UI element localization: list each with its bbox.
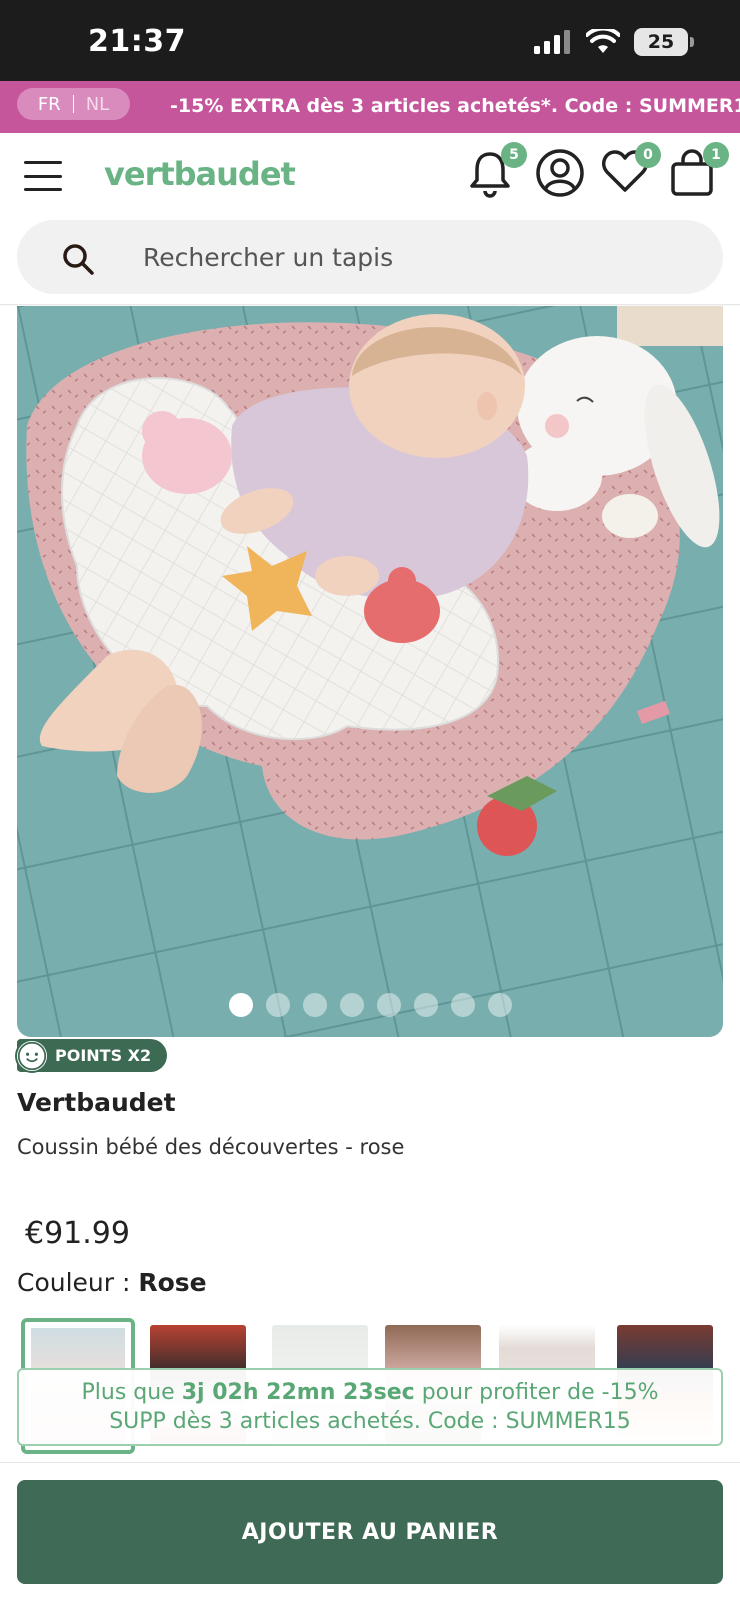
status-icons: 25 [534,28,694,56]
cellular-signal-icon [534,30,570,54]
color-selector-label: Couleur : Rose [17,1268,207,1297]
lang-nl[interactable]: NL [86,94,110,115]
countdown-line-2: SUPP dès 3 articles achetés. Code : SUMM… [109,1409,631,1434]
carousel-dot-2[interactable] [265,993,290,1017]
countdown-suffix: pour profiter de -15% [414,1380,659,1405]
promo-banner: FR NL -15% EXTRA dès 3 articles achetés*… [0,81,740,133]
search-input[interactable] [143,237,683,277]
notifications-button[interactable]: 5 [467,142,527,198]
product-photo [17,306,723,1037]
site-logo[interactable]: vertbaudet [104,155,296,193]
carousel-dot-6[interactable] [413,993,438,1017]
battery-icon: 25 [634,28,694,56]
carousel-dot-7[interactable] [450,993,475,1017]
promo-countdown[interactable]: Plus que 3j 02h 22mn 23sec pour profiter… [17,1368,723,1446]
product-price: €91.99 [25,1216,130,1251]
countdown-line-1: Plus que 3j 02h 22mn 23sec pour profiter… [19,1378,721,1407]
cart-button[interactable]: 1 [669,142,729,198]
promo-text[interactable]: -15% EXTRA dès 3 articles achetés*. Code… [170,95,740,117]
user-icon [536,149,584,197]
wishlist-button[interactable]: 0 [601,142,661,198]
search-bar[interactable] [17,220,723,294]
countdown-prefix: Plus que [81,1380,182,1405]
carousel-dot-5[interactable] [376,993,401,1017]
color-label-text: Couleur : [17,1268,139,1297]
smiley-icon [15,1039,49,1073]
countdown-timer: 3j 02h 22mn 23sec [181,1380,415,1405]
site-header: vertbaudet 5 0 1 [0,133,740,219]
lang-divider [72,95,74,113]
carousel-dot-4[interactable] [339,993,364,1017]
lang-fr[interactable]: FR [38,94,61,115]
account-button[interactable] [535,148,585,198]
points-badge-label: POINTS X2 [55,1046,152,1065]
notifications-badge: 5 [501,142,527,168]
product-image-carousel[interactable] [17,306,723,1037]
wishlist-badge: 0 [635,142,661,168]
status-time: 21:37 [88,24,186,59]
cart-badge: 1 [703,142,729,168]
product-title: Coussin bébé des découvertes - rose [17,1135,405,1159]
hamburger-menu-icon[interactable] [24,161,62,191]
carousel-dot-3[interactable] [302,993,327,1017]
add-to-cart-button[interactable]: AJOUTER AU PANIER [17,1480,723,1584]
carousel-dot-8[interactable] [487,993,512,1017]
points-badge: POINTS X2 [15,1039,168,1073]
carousel-dots [17,993,723,1017]
status-bar: 21:37 25 [0,0,740,81]
search-icon[interactable] [61,242,95,276]
language-switcher[interactable]: FR NL [17,88,130,120]
selected-color-value: Rose [138,1268,207,1297]
wifi-icon [586,29,620,53]
carousel-dot-1[interactable] [228,993,253,1017]
product-brand[interactable]: Vertbaudet [17,1088,176,1117]
